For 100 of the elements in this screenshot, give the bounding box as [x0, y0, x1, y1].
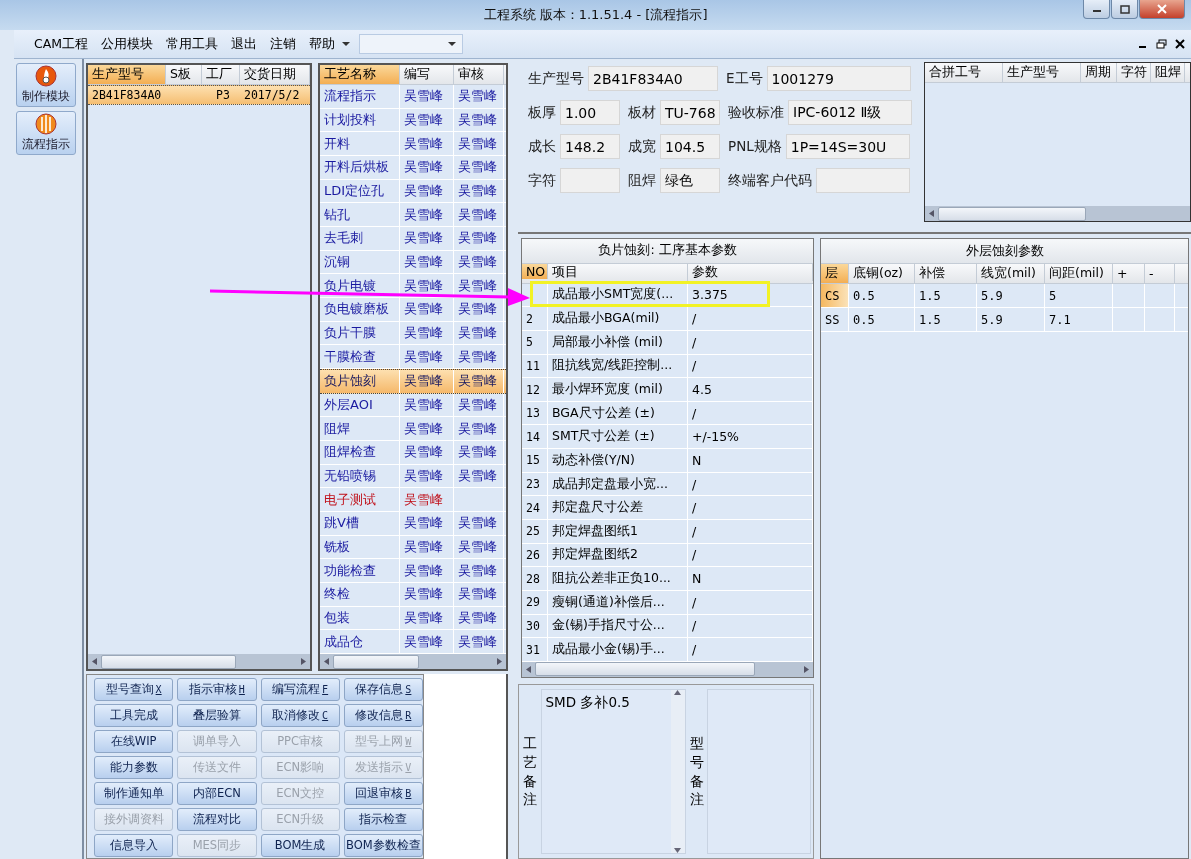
- column-header[interactable]: 编写: [400, 65, 454, 84]
- column-header[interactable]: 底铜(oz): [849, 264, 915, 283]
- dropdown-field[interactable]: [359, 34, 464, 54]
- column-header[interactable]: 字符: [1117, 63, 1151, 82]
- menu-item[interactable]: 帮助: [309, 35, 336, 53]
- action-button[interactable]: 制作通知单: [94, 782, 174, 805]
- close-button[interactable]: [1139, 0, 1185, 19]
- maximize-button[interactable]: [1111, 0, 1138, 19]
- action-button[interactable]: 编写流程 F: [260, 678, 340, 701]
- scroll-up-icon[interactable]: [674, 690, 681, 695]
- readonly-field[interactable]: 1.00: [560, 100, 620, 125]
- readonly-field[interactable]: 绿色: [660, 168, 720, 193]
- readonly-field[interactable]: [816, 168, 910, 193]
- action-button[interactable]: BOM参数检查: [343, 834, 423, 857]
- action-button[interactable]: 内部ECN: [177, 782, 257, 805]
- action-button[interactable]: 能力参数: [94, 756, 174, 779]
- readonly-field[interactable]: 148.2: [560, 134, 620, 159]
- process-row[interactable]: 钻孔 吴雪峰 吴雪峰: [320, 203, 506, 228]
- caret-icon[interactable]: [342, 41, 351, 47]
- scroll-left-icon[interactable]: [92, 658, 97, 665]
- action-button[interactable]: 流程对比: [177, 808, 257, 831]
- column-header[interactable]: +: [1113, 264, 1145, 283]
- column-header[interactable]: 项目: [548, 263, 688, 281]
- column-header[interactable]: 生产型号: [1003, 63, 1081, 82]
- column-header[interactable]: 参数: [688, 263, 813, 281]
- horizontal-scrollbar[interactable]: [88, 654, 310, 669]
- process-row[interactable]: 流程指示 吴雪峰 吴雪峰: [320, 85, 506, 109]
- action-button[interactable]: 指示审核 H: [177, 678, 257, 701]
- close-icon[interactable]: [1175, 39, 1185, 49]
- column-header[interactable]: 周期: [1081, 63, 1117, 82]
- row-header[interactable]: SS: [821, 308, 849, 331]
- readonly-field[interactable]: 2B41F834A0: [588, 66, 718, 91]
- column-header[interactable]: 间距(mil): [1045, 264, 1113, 283]
- process-row[interactable]: 阻焊 吴雪峰 吴雪峰: [320, 417, 506, 442]
- scroll-left-icon[interactable]: [324, 658, 329, 666]
- process-row[interactable]: 开料 吴雪峰 吴雪峰: [320, 132, 506, 156]
- process-row[interactable]: 跳V槽 吴雪峰 吴雪峰: [320, 512, 506, 536]
- action-button[interactable]: BOM生成: [260, 834, 340, 857]
- column-header[interactable]: S板: [166, 65, 202, 84]
- menu-item[interactable]: 注销: [270, 35, 297, 53]
- menu-item[interactable]: 退出: [231, 35, 258, 53]
- action-button[interactable]: 指示检查: [343, 808, 423, 831]
- column-header[interactable]: 补偿: [915, 264, 977, 283]
- process-row[interactable]: 沉铜 吴雪峰 吴雪峰: [320, 250, 506, 275]
- module-button[interactable]: 流程指示: [16, 111, 76, 155]
- process-row[interactable]: 计划投料 吴雪峰 吴雪峰: [320, 108, 506, 133]
- process-row[interactable]: 终检 吴雪峰 吴雪峰: [320, 583, 506, 607]
- action-button[interactable]: 回退审核 B: [343, 782, 423, 805]
- column-header[interactable]: 合拼工号: [925, 63, 1003, 82]
- scroll-down-icon[interactable]: [674, 848, 681, 853]
- action-button[interactable]: 型号查询 X: [94, 678, 174, 701]
- scroll-right-icon[interactable]: [301, 658, 306, 665]
- readonly-field[interactable]: 1P=14S=30U: [785, 134, 910, 159]
- process-row[interactable]: 铣板 吴雪峰 吴雪峰: [320, 535, 506, 560]
- action-button[interactable]: 叠层验算: [177, 704, 257, 727]
- action-button[interactable]: 取消修改 C: [260, 704, 340, 727]
- process-row[interactable]: 负片蚀刻 吴雪峰 吴雪峰: [320, 369, 506, 394]
- horizontal-scrollbar[interactable]: [320, 654, 506, 670]
- process-row[interactable]: 包装 吴雪峰 吴雪峰: [320, 606, 506, 631]
- action-button[interactable]: 信息导入: [94, 834, 174, 857]
- menu-item[interactable]: CAM工程: [34, 35, 89, 53]
- column-header[interactable]: 层: [821, 264, 849, 283]
- readonly-field[interactable]: 104.5: [660, 134, 720, 159]
- readonly-field[interactable]: 1001279: [766, 66, 911, 91]
- column-header[interactable]: 线宽(mil): [977, 264, 1045, 283]
- scroll-left-icon[interactable]: [929, 210, 934, 217]
- column-header[interactable]: 审核: [454, 65, 504, 84]
- menu-item[interactable]: 常用工具: [166, 35, 219, 53]
- process-row[interactable]: 外层AOI 吴雪峰 吴雪峰: [320, 393, 506, 418]
- process-row[interactable]: 电子测试 吴雪峰: [320, 488, 506, 513]
- action-button[interactable]: 在线WIP: [94, 730, 174, 753]
- minimize-button[interactable]: [1083, 0, 1110, 19]
- row-header[interactable]: CS: [821, 284, 849, 307]
- module-button[interactable]: 制作模块: [16, 63, 76, 107]
- readonly-field[interactable]: [560, 168, 620, 193]
- restore-icon[interactable]: [1156, 39, 1167, 49]
- process-row[interactable]: 负电镀磨板 吴雪峰 吴雪峰: [320, 298, 506, 322]
- readonly-field[interactable]: IPC-6012 Ⅱ级: [788, 100, 912, 125]
- column-header[interactable]: 工艺名称: [320, 65, 400, 84]
- column-header[interactable]: 阻焊: [1151, 63, 1185, 82]
- process-row[interactable]: 功能检查 吴雪峰 吴雪峰: [320, 559, 506, 584]
- scroll-right-icon[interactable]: [497, 658, 502, 666]
- process-row[interactable]: 无铅喷锡 吴雪峰 吴雪峰: [320, 464, 506, 489]
- process-row[interactable]: 去毛刺 吴雪峰 吴雪峰: [320, 227, 506, 251]
- remark-field[interactable]: SMD 多补0.5: [540, 689, 686, 854]
- process-row[interactable]: 负片电镀 吴雪峰 吴雪峰: [320, 274, 506, 299]
- action-button[interactable]: 修改信息 R: [343, 704, 423, 727]
- action-button[interactable]: 工具完成: [94, 704, 174, 727]
- order-row[interactable]: 2B41F834A0 P3 2017/5/2: [88, 85, 310, 105]
- column-header[interactable]: 交货日期: [240, 65, 310, 84]
- process-row[interactable]: LDI定位孔 吴雪峰 吴雪峰: [320, 179, 506, 204]
- action-button[interactable]: 保存信息 S: [343, 678, 423, 701]
- process-row[interactable]: 阻焊检查 吴雪峰 吴雪峰: [320, 441, 506, 465]
- column-header[interactable]: -: [1145, 264, 1175, 283]
- scroll-right-icon[interactable]: [804, 665, 809, 673]
- column-header[interactable]: 生产型号: [88, 65, 166, 84]
- menu-item[interactable]: 公用模块: [101, 35, 154, 53]
- process-row[interactable]: 负片干膜 吴雪峰 吴雪峰: [320, 321, 506, 346]
- process-row[interactable]: 开料后烘板 吴雪峰 吴雪峰: [320, 156, 506, 180]
- horizontal-scrollbar[interactable]: [925, 206, 1190, 221]
